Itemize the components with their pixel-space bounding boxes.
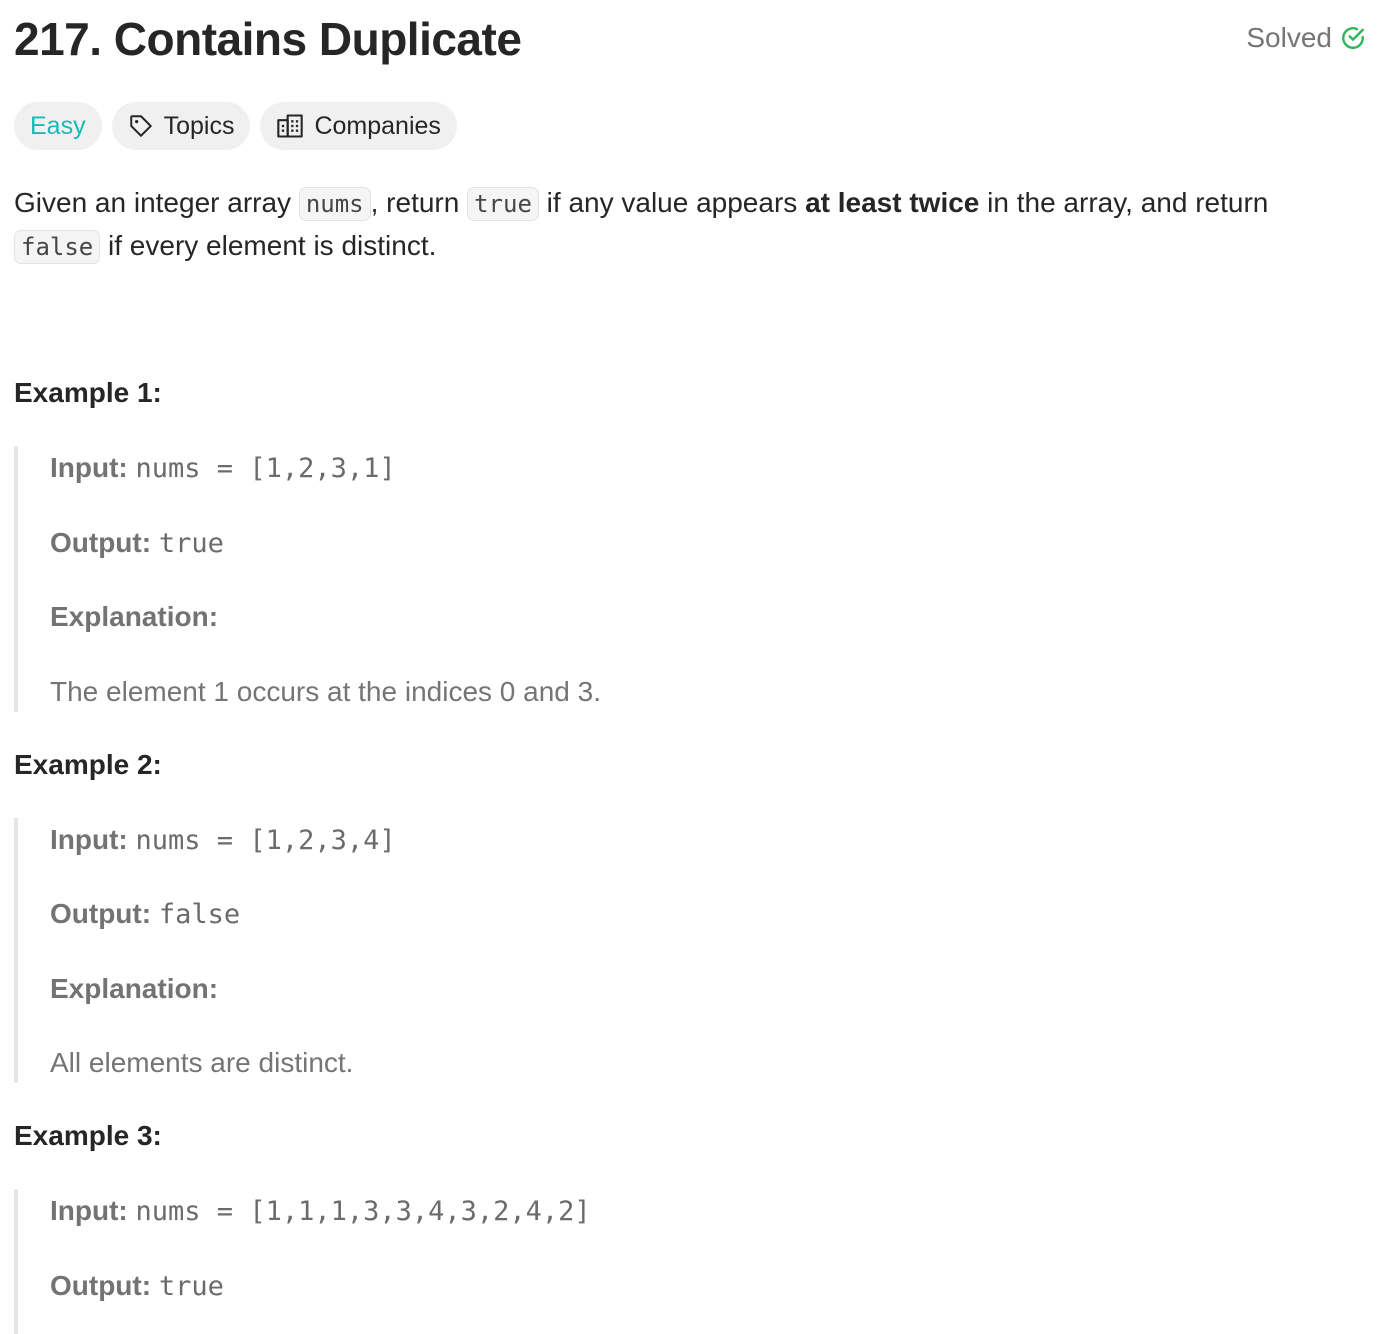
- example-input: Input: nums = [1,2,3,4]: [50, 822, 396, 859]
- explanation-label: Explanation:: [50, 973, 219, 1004]
- companies-label: Companies: [314, 111, 441, 140]
- statement-text: , return: [370, 187, 468, 218]
- code-true: true: [467, 187, 539, 221]
- explanation-text: The element 1 occurs at the indices 0 an…: [50, 676, 601, 707]
- example-title: Example 1:: [14, 377, 162, 408]
- example-output: Output: true: [50, 525, 224, 562]
- explanation-text: All elements are distinct.: [50, 1047, 354, 1078]
- difficulty-badge[interactable]: Easy: [14, 102, 102, 150]
- example-output: Output: true: [50, 1268, 224, 1305]
- example-explanation: Explanation:: [50, 599, 218, 635]
- output-label: Output:: [50, 1270, 152, 1301]
- example-input: Input: nums = [1,2,3,1]: [50, 450, 396, 487]
- code-nums: nums: [298, 187, 371, 221]
- statement-text: if any value appears: [538, 187, 806, 218]
- problem-description-panel: 217. Contains Duplicate Solved Easy Topi…: [14, 0, 1366, 1334]
- example-output: Output: false: [50, 896, 240, 933]
- tag-bar: Easy Topics Companies: [14, 102, 457, 150]
- companies-button[interactable]: Companies: [260, 102, 457, 150]
- input-value: nums = [1,1,1,3,3,4,3,2,4,2]: [135, 1196, 591, 1227]
- problem-header: 217. Contains Duplicate Solved: [14, 0, 1366, 80]
- explanation-label: Explanation:: [50, 601, 219, 632]
- statement-text: Given an integer array: [14, 187, 299, 218]
- difficulty-label: Easy: [30, 111, 86, 140]
- output-label: Output:: [50, 898, 152, 929]
- output-value: false: [158, 899, 241, 930]
- problem-title[interactable]: 217. Contains Duplicate: [14, 10, 522, 68]
- output-value: true: [158, 1271, 224, 1302]
- input-label: Input:: [50, 1195, 128, 1226]
- solved-label: Solved: [1246, 22, 1332, 53]
- output-label: Output:: [50, 527, 152, 558]
- tag-icon: [129, 115, 152, 137]
- example-explanation: Explanation:: [50, 971, 218, 1007]
- statement-bold: at least twice: [805, 187, 980, 218]
- solved-status: Solved: [1246, 20, 1366, 56]
- check-circle-icon: [1342, 27, 1364, 49]
- statement-text: in the array, and return: [979, 187, 1269, 218]
- problem-statement: Given an integer array nums, return true…: [14, 182, 1366, 268]
- output-value: true: [158, 528, 224, 559]
- statement-text: if every element is distinct.: [100, 230, 437, 261]
- example-title: Example 3:: [14, 1120, 162, 1151]
- example-title: Example 2:: [14, 749, 162, 780]
- input-label: Input:: [50, 452, 128, 483]
- input-label: Input:: [50, 824, 128, 855]
- input-value: nums = [1,2,3,1]: [135, 453, 396, 484]
- topics-label: Topics: [163, 111, 235, 140]
- example-input: Input: nums = [1,1,1,3,3,4,3,2,4,2]: [50, 1193, 591, 1230]
- topics-button[interactable]: Topics: [111, 102, 251, 150]
- building-icon: [277, 114, 304, 138]
- code-false: false: [14, 230, 101, 264]
- input-value: nums = [1,2,3,4]: [135, 825, 396, 856]
